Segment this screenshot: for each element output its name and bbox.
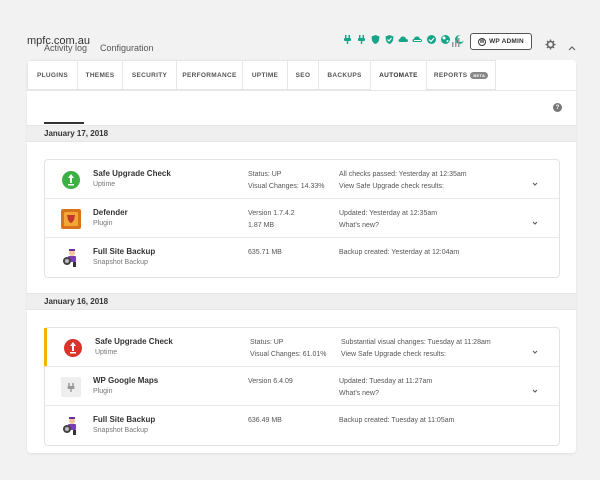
row-subtitle: Uptime: [93, 181, 116, 188]
log-row[interactable]: Full Site Backup Snapshot Backup 635.71 …: [45, 238, 559, 277]
row-subtitle: Plugin: [93, 220, 113, 227]
tab-themes[interactable]: THEMES: [77, 60, 123, 90]
row-title: Safe Upgrade Check: [95, 337, 173, 346]
tab-seo[interactable]: SEO: [287, 60, 319, 90]
activity-log-group: Safe Upgrade Check Uptime Status: UP Visu…: [44, 159, 560, 278]
tab-backups[interactable]: BACKUPS: [318, 60, 371, 90]
plugin-icon[interactable]: [342, 34, 353, 45]
defender-plugin-icon: [61, 209, 81, 229]
snapshot-backup-icon: [61, 248, 81, 268]
row-status: Updated: Tuesday at 11:27am What's new?: [339, 376, 432, 399]
row-details: Version 1.7.4.2 1.87 MB: [248, 210, 295, 229]
subtab-configuration[interactable]: Configuration: [100, 43, 154, 53]
tab-security[interactable]: SECURITY: [122, 60, 177, 90]
row-details: Status: UP Visual Changes: 14.33%: [248, 171, 325, 190]
plugin-icon[interactable]: [356, 34, 367, 45]
date-header: January 17, 2018: [27, 125, 576, 142]
shield-icon[interactable]: [370, 34, 381, 45]
row-subtitle: Plugin: [93, 388, 113, 395]
tab-automate[interactable]: AUTOMATE: [370, 60, 427, 90]
results-link[interactable]: View Safe Upgrade check results:: [341, 349, 491, 361]
log-row[interactable]: WP Google Maps Plugin Version 6.4.09 Upd…: [45, 367, 559, 406]
tab-plugins[interactable]: PLUGINS: [27, 60, 78, 90]
shield-icon[interactable]: [384, 34, 395, 45]
row-details: Status: UP Visual Changes: 61.01%: [250, 339, 327, 358]
chevron-down-icon[interactable]: [531, 214, 539, 225]
row-title: Defender: [93, 208, 128, 217]
snapshot-backup-icon: [61, 416, 81, 436]
status-icons: [342, 34, 465, 45]
log-row[interactable]: Defender Plugin Version 1.7.4.2 1.87 MB U…: [45, 199, 559, 238]
chevron-down-icon[interactable]: [531, 175, 539, 186]
row-subtitle: Snapshot Backup: [93, 259, 148, 266]
row-title: WP Google Maps: [93, 376, 159, 385]
row-title: Safe Upgrade Check: [93, 169, 171, 178]
uptime-green-icon: [61, 170, 81, 190]
tab-performance[interactable]: PERFORMANCE: [176, 60, 243, 90]
row-status: Updated: Yesterday at 12:35am What's new?: [339, 208, 437, 231]
chevron-down-icon[interactable]: [531, 343, 539, 354]
row-status: Backup created: Yesterday at 12:04am: [339, 249, 460, 256]
wp-admin-button[interactable]: W WP ADMIN: [470, 33, 532, 50]
plugin-placeholder-icon: [61, 377, 81, 397]
tab-reports[interactable]: REPORTS BETA: [426, 60, 496, 90]
activity-log-group: Safe Upgrade Check Uptime Status: UP Visu…: [44, 327, 560, 446]
cloud-icon[interactable]: [412, 34, 423, 45]
subtab-activity-log[interactable]: Activity log: [44, 43, 87, 53]
row-status: Backup created: Tuesday at 11:05am: [339, 417, 455, 424]
gear-icon[interactable]: [545, 37, 556, 55]
check-icon[interactable]: [426, 34, 437, 45]
chevron-down-icon[interactable]: [531, 382, 539, 393]
top-bar: mpfc.com.au W WP ADMIN: [0, 0, 600, 60]
row-details: 635.71 MB: [248, 249, 282, 256]
tab-uptime[interactable]: UPTIME: [242, 60, 288, 90]
results-link[interactable]: View Safe Upgrade check results:: [339, 181, 467, 193]
row-title: Full Site Backup: [93, 247, 156, 256]
whats-new-link[interactable]: What's new?: [339, 388, 432, 400]
row-status: Substantial visual changes: Tuesday at 1…: [341, 337, 491, 360]
uptime-red-icon: [63, 338, 83, 358]
row-subtitle: Uptime: [95, 349, 118, 356]
wordpress-icon: W: [478, 37, 487, 46]
log-row[interactable]: Safe Upgrade Check Uptime Status: UP Visu…: [44, 328, 559, 367]
beta-badge: BETA: [470, 71, 489, 79]
help-icon[interactable]: ?: [553, 103, 562, 112]
sub-navigation: [27, 90, 576, 126]
row-status: All checks passed: Yesterday at 12:35am V…: [339, 169, 467, 192]
bar-chart-icon[interactable]: [451, 35, 461, 53]
date-header: January 16, 2018: [27, 293, 576, 310]
row-details: Version 6.4.09: [248, 378, 293, 385]
row-title: Full Site Backup: [93, 415, 156, 424]
tab-bar: PLUGINS THEMES SECURITY PERFORMANCE UPTI…: [27, 60, 576, 90]
chevron-up-icon[interactable]: [568, 38, 576, 56]
globe-icon[interactable]: [440, 34, 451, 45]
log-row[interactable]: Safe Upgrade Check Uptime Status: UP Visu…: [45, 160, 559, 199]
active-subtab-indicator: [44, 122, 84, 124]
whats-new-link[interactable]: What's new?: [339, 220, 437, 232]
cloud-icon[interactable]: [398, 34, 409, 45]
row-subtitle: Snapshot Backup: [93, 427, 148, 434]
row-details: 636.49 MB: [248, 417, 282, 424]
log-row[interactable]: Full Site Backup Snapshot Backup 636.49 …: [45, 406, 559, 445]
wp-admin-label: WP ADMIN: [489, 38, 524, 45]
